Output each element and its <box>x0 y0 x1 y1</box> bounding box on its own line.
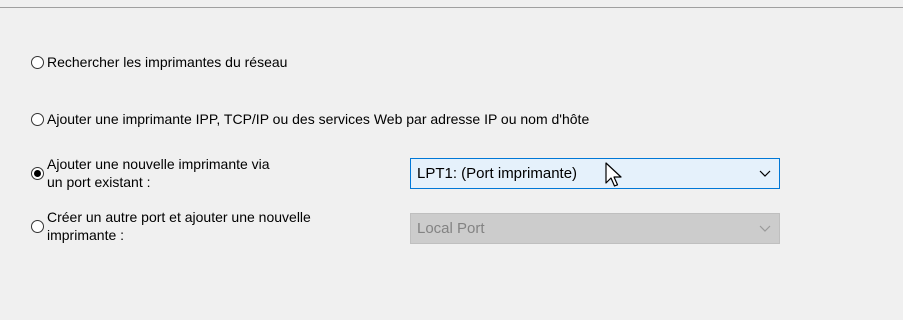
radio-label: Ajouter une imprimante IPP, TCP/IP ou de… <box>47 111 590 127</box>
chevron-down-icon <box>759 225 771 232</box>
radio-search-network-printers[interactable]: Rechercher les imprimantes du réseau <box>31 53 287 71</box>
new-port-value: Local Port <box>417 220 485 237</box>
radio-label-line2: imprimante : <box>47 227 125 243</box>
radio-label-line2: un port existant : <box>47 174 151 190</box>
radio-label: Ajouter une nouvelle imprimante via un p… <box>47 155 270 191</box>
radio-button[interactable] <box>31 219 44 233</box>
radio-label-line1: Créer un autre port et ajouter une nouve… <box>47 209 311 225</box>
new-port-type-dropdown: Local Port <box>410 213 780 244</box>
radio-button[interactable] <box>31 55 44 69</box>
radio-label-line1: Ajouter une nouvelle imprimante via <box>47 156 270 172</box>
chevron-down-icon <box>759 170 771 177</box>
radio-button-checked[interactable] <box>31 166 44 180</box>
radio-button[interactable] <box>31 112 44 126</box>
existing-port-value: LPT1: (Port imprimante) <box>417 165 578 182</box>
radio-label: Créer un autre port et ajouter une nouve… <box>47 208 311 244</box>
radio-create-new-port[interactable]: Créer un autre port et ajouter une nouve… <box>31 208 311 244</box>
top-divider <box>0 7 903 8</box>
existing-port-dropdown[interactable]: LPT1: (Port imprimante) <box>410 158 780 189</box>
radio-add-by-ip-address[interactable]: Ajouter une imprimante IPP, TCP/IP ou de… <box>31 110 589 128</box>
radio-label: Rechercher les imprimantes du réseau <box>47 54 288 70</box>
radio-use-existing-port[interactable]: Ajouter une nouvelle imprimante via un p… <box>31 155 270 191</box>
